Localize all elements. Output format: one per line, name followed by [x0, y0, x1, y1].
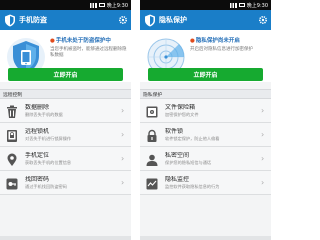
screen-anti-theft: 晚上9:30 手机防盗 ●手机未处于防盗保护中 当您手机被盗时，能够通过远程删除…: [0, 0, 131, 240]
item-title: 隐私监控: [165, 175, 190, 183]
chevron-right-icon: ›: [261, 153, 265, 163]
list-item-remote-lock[interactable]: 远程锁机 对丢失手机进行锁屏操作 ›: [0, 123, 131, 147]
item-title: 远程锁机: [25, 127, 50, 135]
screen-privacy-protection: 晚上9:30 隐私保护 ●隐私保护尚未开启 开启后对隐私信息进行加密保护 立即开…: [140, 0, 271, 240]
key-icon: [5, 176, 19, 190]
item-subtitle: 监控软件获取隐私信息的行为: [165, 183, 220, 189]
gear-icon[interactable]: [117, 15, 128, 26]
item-title: 数据删除: [25, 103, 50, 111]
item-subtitle: 加密保护您的文件: [165, 111, 199, 117]
monitor-icon: [145, 176, 159, 190]
list-item-locate[interactable]: 手机定位 获取丢失手机的位置信息 ›: [0, 147, 131, 171]
item-subtitle: 对丢失手机进行锁屏操作: [25, 135, 72, 141]
list-item-private-space[interactable]: 私密空间 保护您的隐私短信与通话 ›: [140, 147, 271, 171]
feature-list: 数据删除 删除丢失手机的数据 › 远程锁机 对丢失手机进行锁屏操作 › 手机定位…: [0, 99, 131, 195]
trash-icon: [5, 104, 19, 118]
item-title: 手机定位: [25, 151, 50, 159]
page-title: 隐私保护: [159, 16, 187, 24]
bottom-edge: [0, 236, 131, 240]
chevron-right-icon: ›: [261, 105, 265, 115]
list-item-file-safe[interactable]: 文件保险箱 加密保护您的文件 ›: [140, 99, 271, 123]
warning-icon: ●: [50, 38, 55, 44]
status-time: 晚上9:30: [106, 2, 128, 9]
item-subtitle: 通过手机找回防盗密码: [25, 183, 67, 189]
hero-description: 当您手机被盗时，能够通过远程删除隐私数据: [50, 47, 127, 58]
item-title: 文件保险箱: [165, 103, 196, 111]
status-time: 晚上9:30: [246, 2, 268, 9]
hero-heading: ●手机未处于防盗保护中: [50, 38, 111, 44]
list-item-recover-password[interactable]: 找回密码 通过手机找回防盗密码 ›: [0, 171, 131, 195]
chevron-right-icon: ›: [121, 129, 125, 139]
feature-list: 文件保险箱 加密保护您的文件 › 软件锁 软件锁定保护，防止他人偷看 › 私密空…: [140, 99, 271, 195]
status-bar: 晚上9:30: [140, 0, 271, 10]
app-lock-icon: [145, 128, 159, 142]
section-header: 隐私保护: [140, 89, 271, 99]
warning-icon: ●: [190, 38, 195, 44]
item-subtitle: 软件锁定保护，防止他人偷看: [165, 135, 220, 141]
chevron-right-icon: ›: [261, 129, 265, 139]
item-title: 私密空间: [165, 151, 190, 159]
signal-icon: [229, 2, 237, 8]
section-header: 远程控制: [0, 89, 131, 99]
list-item-data-wipe[interactable]: 数据删除 删除丢失手机的数据 ›: [0, 99, 131, 123]
chevron-right-icon: ›: [121, 105, 125, 115]
title-bar: 手机防盗: [0, 10, 131, 30]
battery-icon: [98, 3, 105, 7]
signal-icon: [89, 2, 97, 8]
bottom-edge: [140, 236, 271, 240]
gear-icon[interactable]: [257, 15, 268, 26]
list-item-privacy-monitor[interactable]: 隐私监控 监控软件获取隐私信息的行为 ›: [140, 171, 271, 195]
item-subtitle: 获取丢失手机的位置信息: [25, 159, 72, 165]
back-shield-icon[interactable]: [143, 13, 157, 27]
back-shield-icon[interactable]: [3, 13, 17, 27]
page-title: 手机防盗: [19, 16, 47, 24]
hero-heading: ●隐私保护尚未开启: [190, 38, 240, 44]
battery-icon: [238, 3, 245, 7]
status-bar: 晚上9:30: [0, 0, 131, 10]
title-bar: 隐私保护: [140, 10, 271, 30]
item-subtitle: 删除丢失手机的数据: [25, 111, 63, 117]
list-item-app-lock[interactable]: 软件锁 软件锁定保护，防止他人偷看 ›: [140, 123, 271, 147]
item-subtitle: 保护您的隐私短信与通话: [165, 159, 212, 165]
chevron-right-icon: ›: [121, 177, 125, 187]
enable-now-button[interactable]: 立即开启: [8, 68, 123, 81]
item-title: 软件锁: [165, 127, 184, 135]
private-space-icon: [145, 152, 159, 166]
hero-description: 开启后对隐私信息进行加密保护: [190, 47, 253, 52]
enable-now-button[interactable]: 立即开启: [148, 68, 263, 81]
chevron-right-icon: ›: [121, 153, 125, 163]
location-pin-icon: [5, 152, 19, 166]
item-title: 找回密码: [25, 175, 50, 183]
lock-icon: [5, 128, 19, 142]
chevron-right-icon: ›: [261, 177, 265, 187]
safe-icon: [145, 104, 159, 118]
